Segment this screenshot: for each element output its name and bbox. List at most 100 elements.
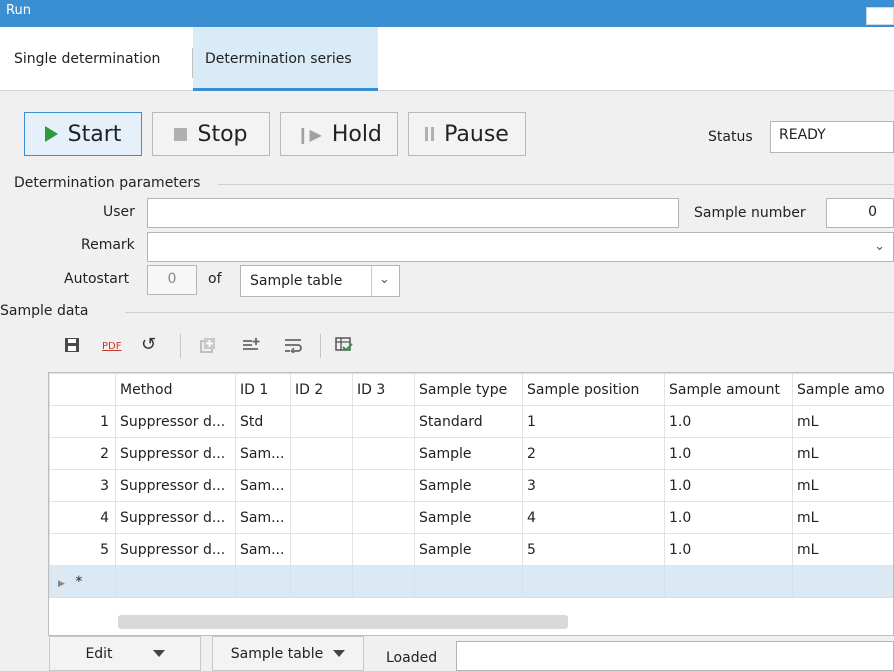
cell-sample-amount[interactable]: 1.0 <box>664 501 793 534</box>
new-row-asterisk: * <box>75 573 83 590</box>
cell-sample-position[interactable]: 4 <box>522 501 665 534</box>
table-row[interactable]: 3 Suppressor d... Sam... Sample 3 1.0 mL <box>49 469 893 502</box>
cell-sample-amount[interactable]: 1.0 <box>664 533 793 566</box>
stop-button[interactable]: Stop <box>152 112 270 156</box>
column-header[interactable]: Sample type <box>414 373 523 406</box>
cell-sample-position[interactable] <box>522 565 665 598</box>
column-header[interactable]: ID 1 <box>235 373 291 406</box>
cell-id1[interactable]: Sam... <box>235 533 291 566</box>
window-titlebar: Run <box>0 0 894 27</box>
tab-determination-series[interactable]: Determination series <box>205 51 352 67</box>
tab-single-determination[interactable]: Single determination <box>14 51 160 67</box>
cell-method[interactable]: Suppressor d... <box>115 405 236 438</box>
group-divider <box>125 312 894 313</box>
cell-method[interactable]: Suppressor d... <box>115 437 236 470</box>
cell-id2[interactable] <box>290 565 353 598</box>
save-icon[interactable] <box>64 337 80 357</box>
cell-sample-amount-unit[interactable]: mL <box>792 469 893 502</box>
table-check-icon[interactable] <box>335 337 353 357</box>
cell-id2[interactable] <box>290 437 353 470</box>
column-header[interactable]: Method <box>115 373 236 406</box>
sample-table-menu-button[interactable]: Sample table <box>212 636 364 671</box>
cell-sample-type[interactable]: Sample <box>414 469 523 502</box>
cell-id3[interactable] <box>352 501 415 534</box>
add-copy-icon[interactable] <box>200 337 216 357</box>
group-divider <box>218 184 894 185</box>
cell-sample-amount-unit[interactable]: mL <box>792 405 893 438</box>
cell-sample-amount-unit[interactable]: mL <box>792 501 893 534</box>
cell-id1[interactable]: Sam... <box>235 469 291 502</box>
autostart-source-select[interactable]: Sample table ⌄ <box>240 265 400 297</box>
column-header[interactable]: Sample amount <box>664 373 793 406</box>
cell-id3[interactable] <box>352 437 415 470</box>
horizontal-scrollbar[interactable] <box>118 615 568 629</box>
cell-id1[interactable]: Sam... <box>235 501 291 534</box>
cell-id2[interactable] <box>290 405 353 438</box>
cell-sample-type[interactable]: Standard <box>414 405 523 438</box>
cell-sample-type[interactable]: Sample <box>414 533 523 566</box>
cell-sample-position[interactable]: 3 <box>522 469 665 502</box>
cell-method[interactable]: Suppressor d... <box>115 469 236 502</box>
cell-sample-type[interactable] <box>414 565 523 598</box>
cell-sample-position[interactable]: 1 <box>522 405 665 438</box>
user-input[interactable] <box>147 198 679 228</box>
loaded-value <box>456 641 894 671</box>
start-button[interactable]: Start <box>24 112 142 156</box>
table-header-row: Method ID 1 ID 2 ID 3 Sample type Sample… <box>49 373 893 406</box>
table-row[interactable]: 2 Suppressor d... Sam... Sample 2 1.0 mL <box>49 437 893 470</box>
cell-id1[interactable]: Std <box>235 405 291 438</box>
pause-button[interactable]: Pause <box>408 112 526 156</box>
cell-id2[interactable] <box>290 501 353 534</box>
sample-number-input[interactable]: 0 <box>826 198 894 228</box>
play-icon <box>44 126 58 142</box>
column-header[interactable]: Sample amo <box>792 373 893 406</box>
window-title: Run <box>6 3 31 18</box>
table-row[interactable]: 1 Suppressor d... Std Standard 1 1.0 mL <box>49 405 893 438</box>
cell-id2[interactable] <box>290 469 353 502</box>
column-header[interactable]: Sample position <box>522 373 665 406</box>
cell-sample-amount[interactable]: 1.0 <box>664 469 793 502</box>
cell-sample-amount[interactable] <box>664 565 793 598</box>
cell-method[interactable]: Suppressor d... <box>115 533 236 566</box>
column-header <box>49 373 116 406</box>
cell-sample-type[interactable]: Sample <box>414 437 523 470</box>
cell-sample-amount[interactable]: 1.0 <box>664 405 793 438</box>
undo-icon[interactable]: ↺ <box>141 334 156 355</box>
hold-button-label: Hold <box>331 121 382 147</box>
cell-id2[interactable] <box>290 533 353 566</box>
cell-sample-type[interactable]: Sample <box>414 501 523 534</box>
cell-sample-position[interactable]: 5 <box>522 533 665 566</box>
tab-divider <box>192 48 193 78</box>
cell-id3[interactable] <box>352 565 415 598</box>
window-control-button[interactable] <box>866 7 894 25</box>
cell-method[interactable]: Suppressor d... <box>115 501 236 534</box>
hold-button[interactable]: ❙▶ Hold <box>280 112 398 156</box>
chevron-down-icon[interactable]: ⌄ <box>874 239 885 254</box>
table-row[interactable]: 4 Suppressor d... Sam... Sample 4 1.0 mL <box>49 501 893 534</box>
new-row[interactable]: ▶ * <box>49 565 893 598</box>
pause-button-label: Pause <box>444 121 509 147</box>
row-number: 4 <box>49 501 116 534</box>
table-row[interactable]: 5 Suppressor d... Sam... Sample 5 1.0 mL <box>49 533 893 566</box>
autostart-count-input[interactable]: 0 <box>147 265 197 295</box>
cell-sample-amount-unit[interactable]: mL <box>792 437 893 470</box>
insert-row-icon[interactable] <box>242 337 260 357</box>
sample-table[interactable]: Method ID 1 ID 2 ID 3 Sample type Sample… <box>48 372 894 636</box>
column-header[interactable]: ID 3 <box>352 373 415 406</box>
cell-method[interactable] <box>115 565 236 598</box>
cell-sample-position[interactable]: 2 <box>522 437 665 470</box>
cell-sample-amount-unit[interactable]: mL <box>792 533 893 566</box>
pdf-icon[interactable]: PDF <box>102 341 121 352</box>
cell-id1[interactable]: Sam... <box>235 437 291 470</box>
cell-id3[interactable] <box>352 533 415 566</box>
column-header[interactable]: ID 2 <box>290 373 353 406</box>
cell-id1[interactable] <box>235 565 291 598</box>
cell-sample-amount[interactable]: 1.0 <box>664 437 793 470</box>
cell-sample-amount-unit[interactable] <box>792 565 893 598</box>
wrap-icon[interactable] <box>284 337 302 357</box>
remark-combobox[interactable]: ⌄ <box>147 232 894 262</box>
edit-menu-button[interactable]: Edit <box>49 636 201 671</box>
cell-id3[interactable] <box>352 405 415 438</box>
start-button-label: Start <box>67 121 122 147</box>
cell-id3[interactable] <box>352 469 415 502</box>
